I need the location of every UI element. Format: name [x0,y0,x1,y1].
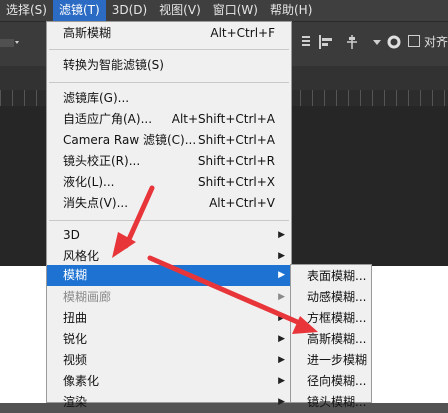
layer-options-icon[interactable] [300,34,312,53]
menu-item-blur-gallery[interactable]: 模糊画廊 ▶ [47,287,291,308]
submenu-arrow-icon: ▶ [278,313,285,323]
menu-3d[interactable]: 3D(D) [106,0,153,21]
menu-item-shortcut: Shift+Ctrl+X [198,175,275,189]
menu-item-lens-correction[interactable]: 镜头校正(R)... Shift+Ctrl+R [47,151,291,172]
menu-bar: 选择(S) 滤镜(T) 3D(D) 视图(V) 窗口(W) 帮助(H) [0,0,448,21]
menu-item-sharpen[interactable]: 锐化 ▶ [47,329,291,350]
preset-dropdown[interactable] [0,36,20,53]
submenu-arrow-icon: ▶ [278,355,285,365]
align-label: 对齐 [424,35,448,49]
submenu-item-gaussian-blur[interactable]: 高斯模糊... [291,329,371,350]
submenu-item-label: 表面模糊... [307,269,367,283]
menu-filter[interactable]: 滤镜(T) [52,0,106,21]
submenu-arrow-icon: ▶ [278,251,285,261]
menu-divider [49,49,289,50]
submenu-item-blur-more[interactable]: 进一步模糊 [291,350,371,371]
submenu-item-motion-blur[interactable]: 动感模糊... [291,287,371,308]
menu-item-label: 高斯模糊 [63,26,112,40]
menu-item-blur[interactable]: 模糊 ▶ [47,265,291,286]
submenu-item-radial-blur[interactable]: 径向模糊... [291,371,371,392]
menu-item-label: 液化(L)... [63,175,115,189]
menu-item-label: 扭曲 [63,311,88,325]
menu-item-last-filter[interactable]: 高斯模糊 Alt+Ctrl+F [47,23,291,44]
submenu-item-label: 径向模糊... [307,374,367,388]
menu-item-label: Camera Raw 滤镜(C)... [63,133,197,147]
submenu-arrow-icon: ▶ [278,270,285,280]
menu-item-label: 滤镜库(G)... [63,91,130,105]
menu-item-video[interactable]: 视频 ▶ [47,350,291,371]
menu-item-label: 自适应广角(A)... [63,112,153,126]
submenu-arrow-icon: ▶ [278,292,285,302]
menu-item-shortcut: Shift+Ctrl+R [197,154,275,168]
gear-icon[interactable] [386,34,402,53]
submenu-item-label: 方框模糊... [307,311,367,325]
distribute-icon[interactable] [344,34,360,53]
menu-item-shortcut: Shift+Ctrl+A [198,133,275,147]
submenu-item-label: 进一步模糊 [307,353,368,367]
menu-view[interactable]: 视图(V) [153,0,207,21]
menu-item-convert-smart-filters[interactable]: 转换为智能滤镜(S) [47,55,291,76]
submenu-item-label: 动感模糊... [307,290,367,304]
menu-item-vanishing-point[interactable]: 消失点(V)... Alt+Ctrl+V [47,193,291,214]
menu-item-shortcut: Alt+Ctrl+V [209,196,275,210]
menu-item-filter-gallery[interactable]: 滤镜库(G)... [47,88,291,109]
menu-item-label: 风格化 [63,249,100,263]
menu-item-label: 3D [63,228,80,242]
menu-item-camera-raw[interactable]: Camera Raw 滤镜(C)... Shift+Ctrl+A [47,130,291,151]
menu-item-stylize[interactable]: 风格化 ▶ [47,246,291,267]
menu-item-liquify[interactable]: 液化(L)... Shift+Ctrl+X [47,172,291,193]
submenu-arrow-icon: ▶ [278,334,285,344]
menu-item-shortcut: Alt+Ctrl+F [210,26,275,40]
menu-item-label: 像素化 [63,374,100,388]
menu-item-label: 锐化 [63,332,88,346]
menu-item-label: 转换为智能滤镜(S) [63,58,164,72]
menu-item-label: 消失点(V)... [63,196,129,210]
menu-item-label: 模糊画廊 [63,290,112,304]
menu-item-label: 镜头校正(R)... [63,154,141,168]
menu-divider [49,220,289,221]
filter-menu: 高斯模糊 Alt+Ctrl+F 转换为智能滤镜(S) 滤镜库(G)... 自适应… [46,21,292,409]
menu-item-label: 视频 [63,353,88,367]
align-left-edges-icon[interactable] [318,34,334,53]
submenu-arrow-icon: ▶ [278,376,285,386]
dropdown-arrow-icon[interactable] [372,34,382,53]
menu-help[interactable]: 帮助(H) [264,0,318,21]
menu-item-3d[interactable]: 3D ▶ [47,225,291,246]
menu-select[interactable]: 选择(S) [0,0,53,21]
submenu-item-box-blur[interactable]: 方框模糊... [291,308,371,329]
menu-item-label: 模糊 [63,268,88,282]
menu-item-pixelate[interactable]: 像素化 ▶ [47,371,291,392]
menu-item-adaptive-wide-angle[interactable]: 自适应广角(A)... Alt+Shift+Ctrl+A [47,109,291,130]
blur-submenu: 表面模糊... 动感模糊... 方框模糊... 高斯模糊... 进一步模糊 径向… [290,264,372,409]
menu-window[interactable]: 窗口(W) [207,0,264,21]
menu-item-shortcut: Alt+Shift+Ctrl+A [171,112,275,126]
submenu-arrow-icon: ▶ [278,230,285,240]
menu-divider [49,82,289,83]
menu-item-distort[interactable]: 扭曲 ▶ [47,308,291,329]
align-checkbox[interactable] [408,35,420,50]
submenu-item-surface-blur[interactable]: 表面模糊... [291,266,371,287]
submenu-item-label: 高斯模糊... [307,332,367,346]
